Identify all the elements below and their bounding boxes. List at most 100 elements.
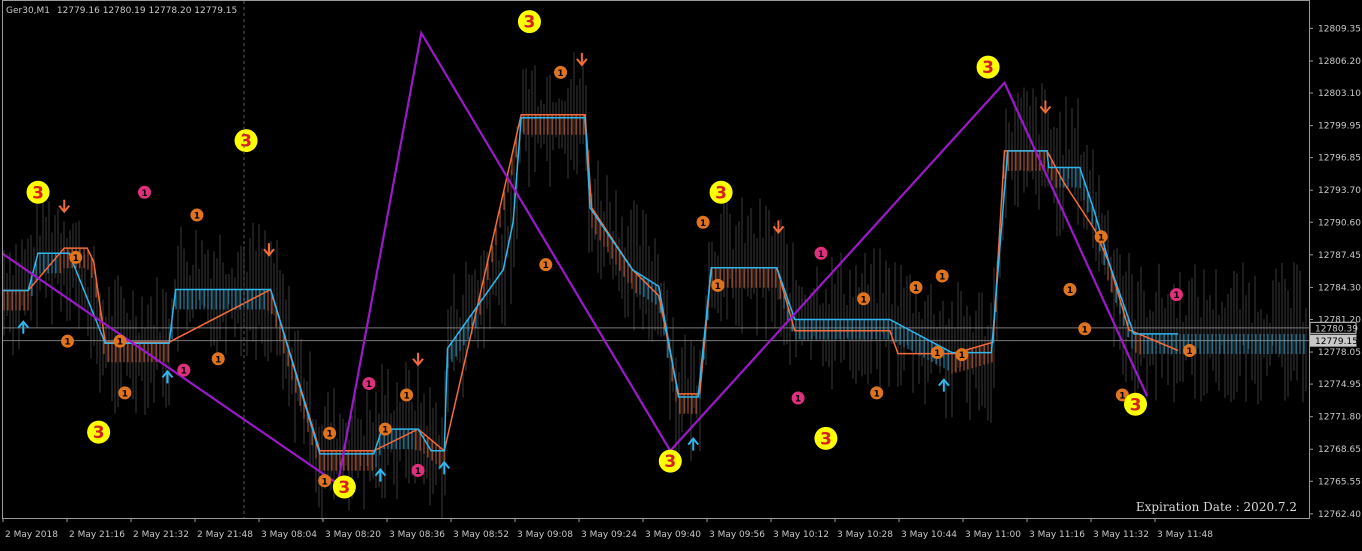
y-tick-label: 12787.45	[1318, 251, 1361, 261]
signal-dot-label: 1	[939, 273, 945, 283]
y-tick-label: 12768.65	[1318, 445, 1361, 455]
wave-badge: 3	[1123, 392, 1147, 416]
signal-dot: 1	[935, 269, 949, 283]
x-tick-label: 3 May 09:40	[645, 530, 701, 540]
signal-dot: 1	[378, 422, 392, 436]
x-tick-label: 3 May 11:00	[965, 530, 1021, 540]
wave-badge-label: 3	[1130, 395, 1142, 415]
signal-dot-label: 1	[122, 389, 128, 399]
signal-dot: 1	[323, 426, 337, 440]
wave-badge-label: 3	[240, 132, 252, 152]
signal-dot: 1	[1063, 282, 1077, 296]
signal-dot: 1	[1078, 322, 1092, 336]
y-tick-label: 12796.85	[1318, 154, 1361, 164]
signal-dot: 1	[1094, 230, 1108, 244]
signal-dot: 1	[211, 352, 225, 366]
x-tick-label: 3 May 08:36	[389, 530, 445, 540]
signal-dot: 1	[1183, 343, 1197, 357]
signal-dot-label: 1	[818, 250, 824, 260]
signal-dot-label: 1	[117, 338, 123, 348]
expiration-label: Expiration Date : 2020.7.2	[1136, 500, 1297, 514]
wave-badge: 3	[234, 129, 258, 153]
y-tick-label: 12774.95	[1318, 380, 1361, 390]
x-tick-label: 3 May 08:52	[453, 530, 509, 540]
signal-dot: 1	[711, 278, 725, 292]
price-marker-label: 12779.15	[1315, 337, 1358, 347]
price-marker-label: 12780.39	[1315, 324, 1358, 334]
signal-dot-label: 1	[874, 389, 880, 399]
signal-dot: 1	[909, 280, 923, 294]
signal-dot: 1	[61, 334, 75, 348]
signal-dot: 1	[118, 386, 132, 400]
signal-dot-label: 1	[860, 295, 866, 305]
signal-dot-label: 1	[366, 380, 372, 390]
symbol-name: Ger30,M1	[6, 6, 50, 16]
price-chart[interactable]: 12780.39 12779.15 1 1 1 1 1 1 1 1 1 1 1 1 1 1 1 1 1 1 1 1 1 1 1…	[0, 0, 1362, 547]
signal-dot-label: 1	[543, 261, 549, 271]
signal-dot-label: 1	[64, 338, 70, 348]
y-tick-label: 12762.40	[1318, 510, 1361, 520]
signal-dot-label: 1	[403, 391, 409, 401]
x-tick-label: 3 May 10:44	[901, 530, 957, 540]
wave-badge: 3	[709, 180, 733, 204]
wave-badge-label: 3	[93, 423, 105, 443]
signal-dot: 1	[411, 463, 425, 477]
wave-badge-label: 3	[982, 58, 994, 78]
signal-dot: 1	[930, 346, 944, 360]
signal-dot: 1	[1169, 288, 1183, 302]
signal-dot: 1	[696, 215, 710, 229]
signal-dot: 1	[857, 292, 871, 306]
signal-dot: 1	[318, 474, 332, 488]
x-tick-label: 3 May 10:12	[773, 530, 829, 540]
wave-badge-label: 3	[524, 13, 536, 33]
x-tick-label: 2 May 21:32	[133, 530, 189, 540]
signal-dot: 1	[190, 208, 204, 222]
chart-window[interactable]: 12780.39 12779.15 1 1 1 1 1 1 1 1 1 1 1 1 1 1 1 1 1 1 1 1 1 1 1…	[0, 0, 1362, 547]
x-tick-label: 3 May 09:56	[709, 530, 765, 540]
x-tick-label: 3 May 11:48	[1157, 530, 1213, 540]
wave-badge: 3	[517, 10, 541, 34]
symbol-header: Ger30,M1 12779.16 12780.19 12778.20 1277…	[6, 6, 237, 16]
y-tick-label: 12784.30	[1318, 283, 1361, 293]
signal-dot-label: 1	[215, 355, 221, 365]
wave-badge: 3	[658, 449, 682, 473]
signal-dot: 1	[362, 377, 376, 391]
signal-dot-label: 1	[326, 430, 332, 440]
signal-dot: 1	[814, 246, 828, 260]
wave-badge-label: 3	[664, 452, 676, 472]
x-tick-label: 2 May 2018	[5, 530, 58, 540]
x-tick-label: 3 May 08:04	[261, 530, 317, 540]
signal-dot-label: 1	[959, 351, 965, 361]
signal-dot-label: 1	[73, 254, 79, 264]
signal-dot-label: 1	[1082, 325, 1088, 335]
y-tick-label: 12771.80	[1318, 413, 1361, 423]
x-tick-label: 3 May 09:24	[581, 530, 637, 540]
signal-dot-label: 1	[795, 395, 801, 405]
wave-badge: 3	[814, 426, 838, 450]
signal-dot-label: 1	[934, 349, 940, 359]
signal-dot: 1	[138, 185, 152, 199]
signal-dot-label: 1	[141, 189, 147, 199]
x-tick-label: 3 May 11:32	[1093, 530, 1149, 540]
x-tick-label: 3 May 10:28	[837, 530, 893, 540]
signal-dot: 1	[791, 391, 805, 405]
y-tick-label: 12799.95	[1318, 122, 1361, 132]
y-tick-label: 12790.60	[1318, 218, 1361, 228]
ohlc-values: 12779.16 12780.19 12778.20 12779.15	[57, 6, 237, 16]
signal-dot-label: 1	[1067, 286, 1073, 296]
x-tick-label: 2 May 21:48	[197, 530, 253, 540]
y-tick-label: 12809.35	[1318, 24, 1361, 34]
signal-dot: 1	[539, 258, 553, 272]
signal-dot-label: 1	[382, 426, 388, 436]
x-tick-label: 2 May 21:16	[69, 530, 125, 540]
wave-badge-label: 3	[338, 478, 350, 498]
wave-badge-label: 3	[820, 429, 832, 449]
y-tick-label: 12806.20	[1318, 57, 1361, 67]
signal-dot: 1	[69, 250, 83, 264]
wave-badge: 3	[332, 475, 356, 499]
x-tick-label: 3 May 08:20	[325, 530, 381, 540]
signal-dot: 1	[400, 388, 414, 402]
y-tick-label: 12781.20	[1318, 315, 1361, 325]
signal-dot-label: 1	[1186, 347, 1192, 357]
signal-dot-label: 1	[181, 367, 187, 377]
